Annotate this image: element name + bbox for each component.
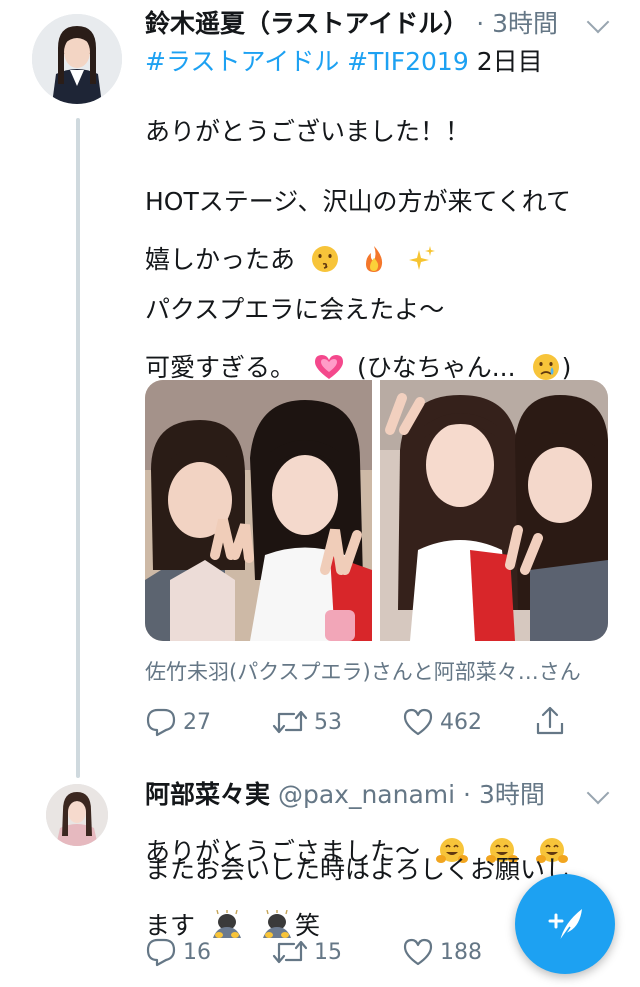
tweet-text-line: HOTステージ、沢山の方が来てくれて [145,187,571,216]
retweet-button[interactable]: 53 [272,707,342,737]
like-count: 462 [440,709,482,735]
like-button[interactable]: 188 [402,937,482,967]
chevron-down-icon[interactable] [586,781,610,805]
crying-face-emoji [516,330,562,382]
bowing-person-emoji [245,888,295,940]
heart-icon [403,938,433,966]
retweet-button[interactable]: 15 [272,937,342,967]
tweet-photo[interactable] [145,380,372,641]
tweet-photo[interactable] [380,380,608,641]
timestamp[interactable]: 3時間 [479,780,545,809]
reply-button[interactable]: 27 [145,707,211,737]
tweet-text-line: ます 笑 [145,888,320,944]
tweet-text-line: #ラストアイドル #TIF2019 2日目 [145,47,543,76]
reply-count: 27 [183,709,211,735]
hashtag-link[interactable]: #ラストアイドル #TIF2019 [145,47,469,76]
tweet-header: 阿部菜々実 @pax_nanami · 3時間 [145,779,545,811]
heart-icon [403,708,433,736]
reply-icon [146,938,176,967]
retweet-count: 15 [314,939,342,965]
tweet-text-line: 可愛すぎる。 (ひなちゃん... ) [145,330,571,386]
display-name[interactable]: 鈴木遥夏（ラストアイドル） [145,9,468,38]
separator-dot: · [463,780,471,809]
retweet-count: 53 [314,709,342,735]
share-icon [536,706,564,735]
compose-tweet-icon [548,909,582,942]
bowing-person-emoji [195,888,245,940]
tagged-users[interactable]: 佐竹未羽(パクスプエラ)さんと阿部菜々…さん [145,656,581,686]
retweet-icon [272,940,308,964]
tweet-photo-grid [145,380,608,641]
display-name[interactable]: 阿部菜々実 [145,780,270,809]
tweet-text-line: またお会いした時はよろしくお願いし [145,855,571,884]
pink-heart-emoji [295,330,349,382]
compose-tweet-button[interactable] [515,874,615,974]
reply-button[interactable]: 16 [145,937,211,967]
tweet-text-line: ありがとうございました！！ [145,117,471,146]
avatar[interactable] [32,14,122,104]
kissing-face-emoji [295,222,343,274]
tweet-text-line: パクスプエラに会えたよ〜 [145,295,445,324]
sparkles-emoji [391,222,439,274]
tweet-text-line: 嬉しかったあ [145,222,439,278]
fire-emoji [343,222,391,274]
timestamp[interactable]: 3時間 [492,9,558,38]
username[interactable]: @pax_nanami [278,780,455,809]
like-button[interactable]: 462 [402,707,482,737]
separator-dot: · [476,9,485,38]
tweet-header: 鈴木遥夏（ラストアイドル） · 3時間 [145,8,558,40]
chevron-down-icon[interactable] [586,10,610,34]
reply-count: 16 [183,939,211,965]
share-button[interactable] [535,706,571,736]
like-count: 188 [440,939,482,965]
thread-connector-line [76,118,80,778]
avatar[interactable] [46,784,108,846]
reply-icon [146,708,176,737]
retweet-icon [272,710,308,734]
